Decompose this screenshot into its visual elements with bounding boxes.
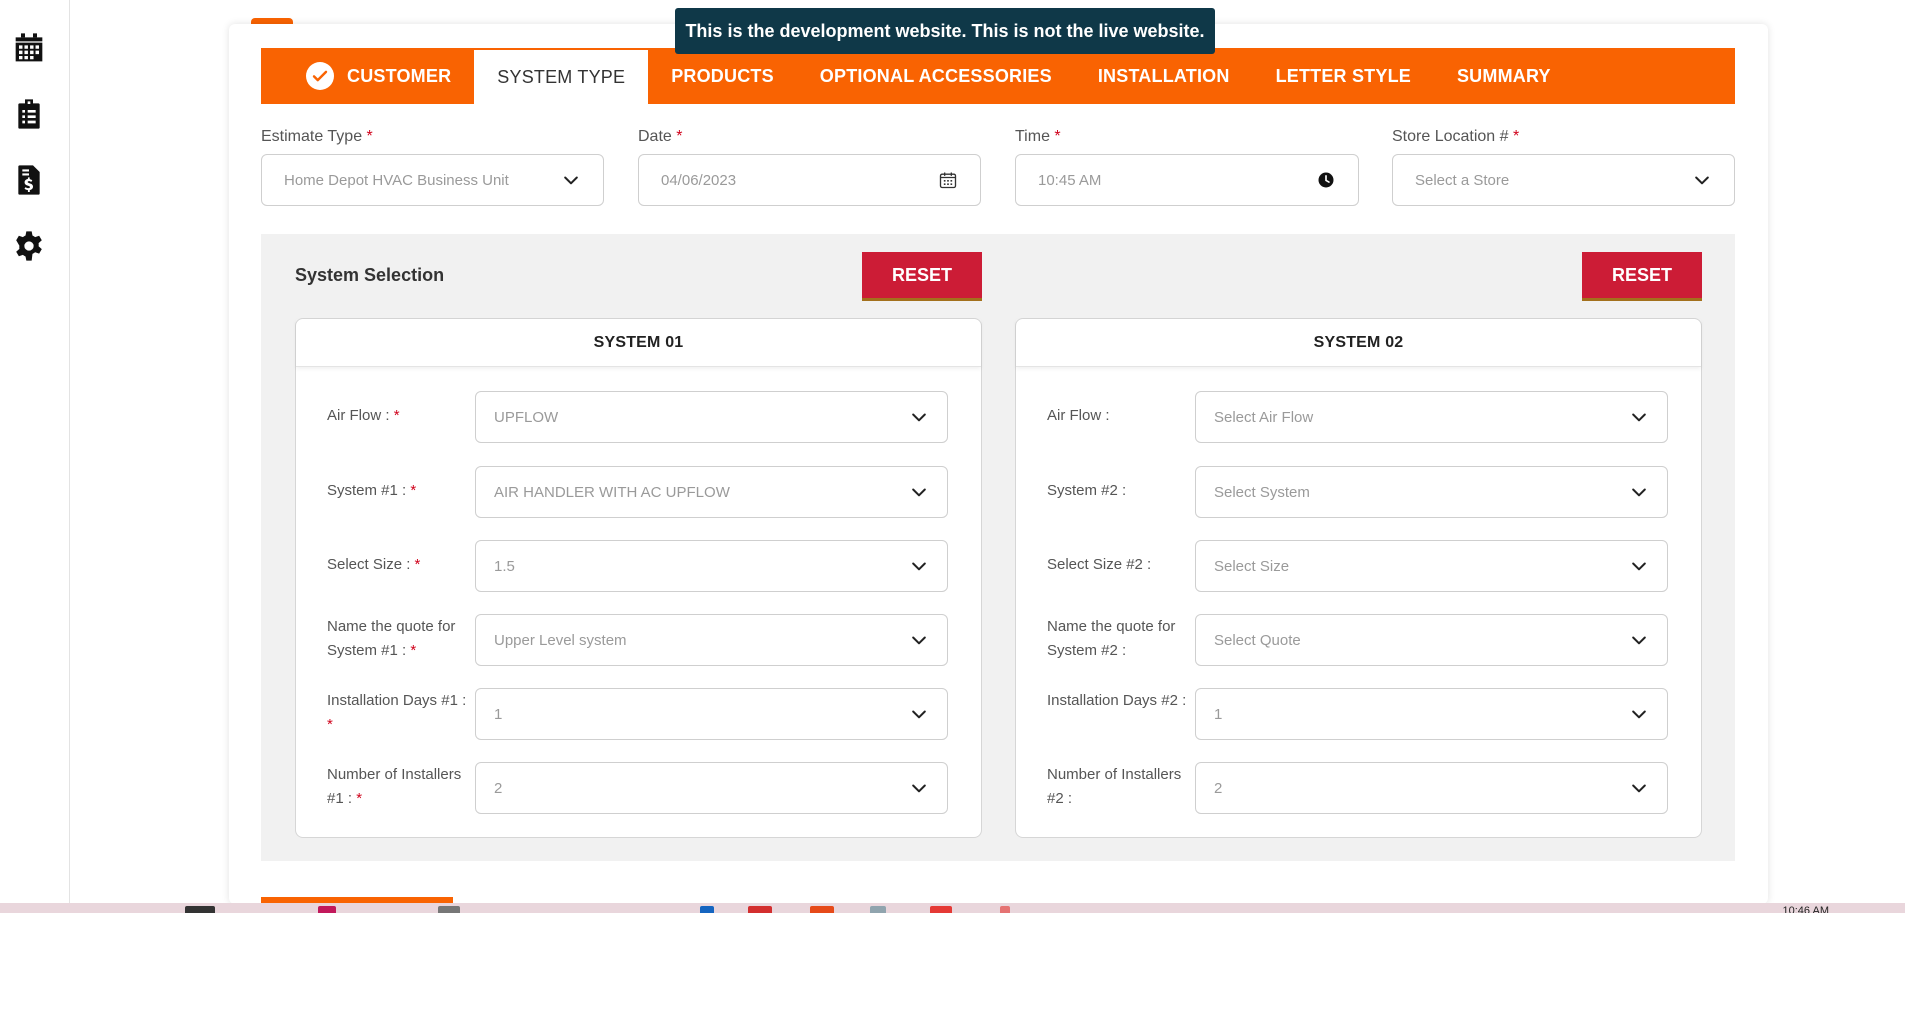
- installation-days-label: Installation Days #2 :: [1047, 692, 1187, 709]
- tab-letter-style[interactable]: LETTER STYLE: [1253, 48, 1434, 104]
- date-label: Date *: [638, 128, 683, 145]
- os-taskbar: [0, 903, 1905, 913]
- tab-label: LETTER STYLE: [1275, 65, 1411, 86]
- tab-products[interactable]: PRODUCTS: [648, 48, 797, 104]
- system-label: System #2 :: [1047, 482, 1127, 499]
- step-nav: CUSTOMER SYSTEM TYPE PRODUCTS OPTIONAL A…: [261, 48, 1735, 104]
- size-label: Select Size : *: [327, 556, 421, 573]
- chevron-down-icon: [912, 562, 926, 571]
- store-location-label: Store Location # *: [1392, 128, 1520, 145]
- installers-select[interactable]: 2: [1195, 762, 1668, 814]
- quote-name-label: Name the quote for System #1 : *: [327, 618, 456, 659]
- check-circle-icon: [306, 62, 334, 90]
- clipboard-list-icon[interactable]: [12, 97, 46, 131]
- taskbar-app-icon[interactable]: [438, 906, 460, 913]
- time-input[interactable]: 10:45 AM: [1015, 154, 1359, 206]
- chevron-down-icon: [1632, 562, 1646, 571]
- chevron-down-icon: [1632, 784, 1646, 793]
- chevron-down-icon: [1632, 636, 1646, 645]
- chevron-down-icon: [912, 784, 926, 793]
- installers-label: Number of Installers #2 :: [1047, 766, 1182, 807]
- chevron-down-icon: [912, 636, 926, 645]
- system-02-card: SYSTEM 02 Air Flow : Select Air Flow Sys…: [1015, 318, 1702, 838]
- tab-installation[interactable]: INSTALLATION: [1075, 48, 1253, 104]
- taskbar-app-icon[interactable]: [810, 906, 834, 913]
- installers-label: Number of Installers #1 : *: [327, 766, 462, 807]
- system-select[interactable]: AIR HANDLER WITH AC UPFLOW: [475, 466, 948, 518]
- chevron-down-icon: [564, 176, 578, 185]
- taskbar-app-icon[interactable]: [748, 906, 772, 913]
- chevron-down-icon: [1632, 413, 1646, 422]
- invoice-dollar-icon[interactable]: [12, 163, 46, 197]
- taskbar-app-icon[interactable]: [1000, 906, 1010, 913]
- taskbar-app-icon[interactable]: [318, 906, 336, 913]
- clock-icon: [1318, 172, 1334, 188]
- gear-icon[interactable]: [12, 229, 46, 263]
- system-selection-title: System Selection: [295, 265, 445, 285]
- tab-optional-accessories[interactable]: OPTIONAL ACCESSORIES: [797, 48, 1075, 104]
- installation-days-select[interactable]: 1: [475, 688, 948, 740]
- size-select[interactable]: Select Size: [1195, 540, 1668, 592]
- air-flow-label: Air Flow :: [1047, 407, 1110, 424]
- tab-customer[interactable]: CUSTOMER: [261, 48, 474, 104]
- chevron-down-icon: [1632, 710, 1646, 719]
- quote-name-select[interactable]: Upper Level system: [475, 614, 948, 666]
- air-flow-label: Air Flow : *: [327, 407, 400, 424]
- system-02-title: SYSTEM 02: [1016, 319, 1701, 367]
- quote-name-select[interactable]: Select Quote: [1195, 614, 1668, 666]
- tab-label: INSTALLATION: [1097, 65, 1230, 86]
- tab-label: CUSTOMER: [347, 65, 452, 86]
- system-label: System #1 : *: [327, 482, 417, 499]
- installation-days-select[interactable]: 1: [1195, 688, 1668, 740]
- taskbar-app-icon[interactable]: [930, 906, 952, 913]
- tab-summary[interactable]: SUMMARY: [1434, 48, 1574, 104]
- installation-days-label: Installation Days #1 : *: [327, 692, 467, 733]
- taskbar-app-icon[interactable]: [870, 906, 886, 913]
- system-select[interactable]: Select System: [1195, 466, 1668, 518]
- air-flow-select[interactable]: UPFLOW: [475, 391, 948, 443]
- chevron-down-icon: [912, 413, 926, 422]
- tab-label: PRODUCTS: [671, 65, 774, 86]
- tab-label: SYSTEM TYPE: [497, 66, 626, 87]
- taskbar-app-icon[interactable]: [185, 906, 215, 913]
- size-select[interactable]: 1.5: [475, 540, 948, 592]
- time-label: Time *: [1015, 128, 1061, 145]
- reset-system-01-button[interactable]: RESET: [862, 252, 982, 301]
- tab-label: SUMMARY: [1456, 65, 1551, 86]
- chevron-down-icon: [1632, 488, 1646, 497]
- tab-system-type[interactable]: SYSTEM TYPE: [474, 48, 649, 104]
- estimate-type-label: Estimate Type *: [261, 128, 373, 145]
- installers-select[interactable]: 2: [475, 762, 948, 814]
- chevron-down-icon: [1695, 176, 1709, 185]
- tab-label: OPTIONAL ACCESSORIES: [819, 65, 1052, 86]
- system-01-card: SYSTEM 01 Air Flow : * UPFLOW System #1 …: [295, 318, 982, 838]
- dev-website-banner: This is the development website. This is…: [675, 8, 1215, 54]
- chevron-down-icon: [912, 488, 926, 497]
- store-location-select[interactable]: Select a Store: [1392, 154, 1735, 206]
- quote-name-label: Name the quote for System #2 :: [1047, 618, 1176, 659]
- reset-system-02-button[interactable]: RESET: [1582, 252, 1702, 301]
- below-screen-area: [0, 913, 1905, 1014]
- left-sidebar: [0, 0, 70, 903]
- air-flow-select[interactable]: Select Air Flow: [1195, 391, 1668, 443]
- chevron-down-icon: [912, 710, 926, 719]
- taskbar-app-icon[interactable]: [700, 906, 714, 913]
- calendar-icon: [939, 172, 957, 189]
- system-01-title: SYSTEM 01: [296, 319, 981, 367]
- estimate-type-select[interactable]: Home Depot HVAC Business Unit: [261, 154, 604, 206]
- date-input[interactable]: 04/06/2023: [638, 154, 981, 206]
- taskbar-clock: 10:46 AM: [1782, 905, 1829, 913]
- size-label: Select Size #2 :: [1047, 556, 1152, 573]
- calendar-icon[interactable]: [12, 31, 46, 65]
